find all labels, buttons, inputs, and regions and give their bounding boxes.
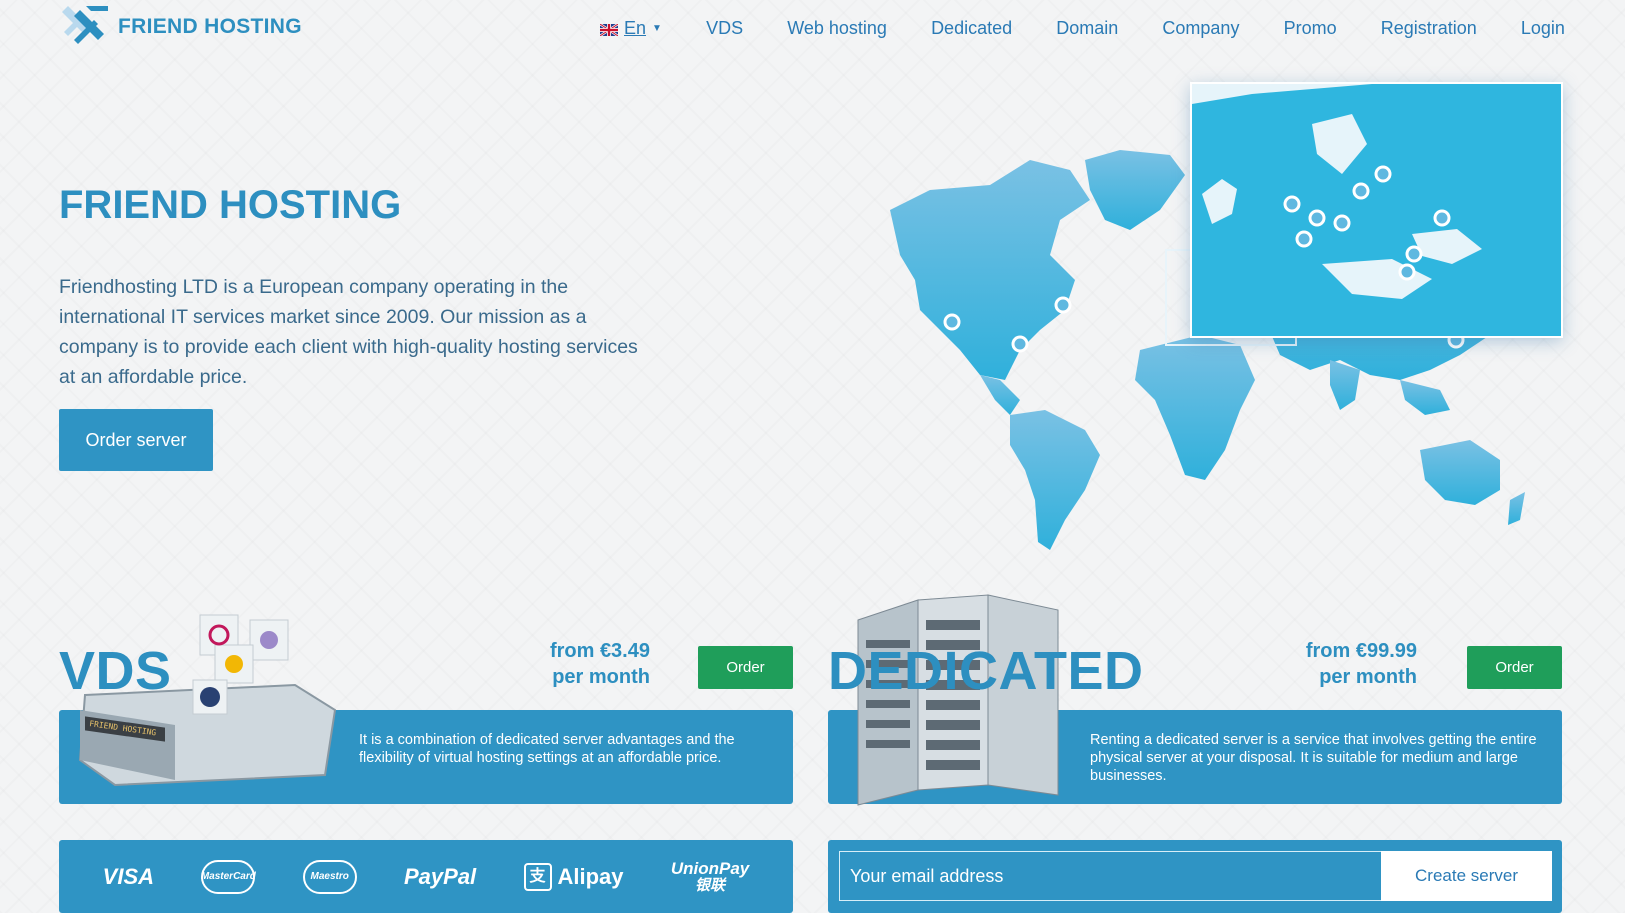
dedicated-title: DEDICATED — [828, 641, 1144, 701]
logo-text: FRIEND HOSTING — [118, 15, 302, 38]
paypal-logo-icon: PayPal — [404, 863, 477, 889]
visa-logo-icon: VISA — [102, 863, 155, 889]
order-server-button[interactable]: Order server — [59, 409, 213, 471]
uk-flag-icon — [599, 22, 619, 37]
vds-order-button[interactable]: Order — [698, 646, 793, 689]
vds-price-period: per month — [552, 666, 650, 688]
nav-web-hosting[interactable]: Web hosting — [787, 18, 887, 39]
create-server-form: Create server — [828, 840, 1562, 913]
europe-map-inset — [1190, 82, 1563, 338]
alipay-mark-icon: 支 — [523, 862, 552, 891]
payment-methods-bar: VISA MasterCard Maestro PayPal 支 Alipay … — [59, 840, 793, 913]
site-logo[interactable]: FRIEND HOSTING — [60, 2, 302, 48]
nav-registration[interactable]: Registration — [1381, 18, 1477, 39]
email-input[interactable] — [839, 851, 1381, 901]
dedicated-price-period: per month — [1319, 666, 1417, 688]
vds-price: from €3.49 per month — [490, 638, 650, 690]
unionpay-logo-icon: UnionPay 银联 — [670, 858, 750, 894]
dedicated-price: from €99.99 per month — [1247, 638, 1417, 690]
main-nav: En ▼ VDS Web hosting Dedicated Domain Co… — [599, 18, 1565, 39]
dedicated-server-illustration — [857, 594, 1059, 806]
vds-description: It is a combination of dedicated server … — [359, 732, 735, 766]
mastercard-logo-icon: MasterCard — [201, 859, 256, 894]
nav-domain[interactable]: Domain — [1056, 18, 1118, 39]
hero-description: Friendhosting LTD is a European company … — [59, 276, 638, 388]
create-server-button[interactable]: Create server — [1381, 851, 1552, 901]
alipay-logo-icon: 支 Alipay — [523, 862, 624, 891]
language-selector[interactable]: En ▼ — [599, 18, 662, 39]
hero-title: FRIEND HOSTING — [59, 183, 402, 227]
vds-server-illustration: FRIEND HOSTING — [78, 614, 337, 787]
dedicated-description: Renting a dedicated server is a service … — [1090, 732, 1537, 784]
language-label[interactable]: En — [624, 18, 646, 39]
nav-vds[interactable]: VDS — [706, 18, 743, 39]
dedicated-order-button[interactable]: Order — [1467, 646, 1562, 689]
vds-price-from: from €3.49 — [549, 640, 650, 662]
nav-dedicated[interactable]: Dedicated — [931, 18, 1012, 39]
maestro-logo-icon: Maestro — [302, 859, 357, 894]
dedicated-price-from: from €99.99 — [1305, 640, 1417, 662]
nav-login[interactable]: Login — [1521, 18, 1565, 39]
friend-hosting-logo-icon — [60, 2, 114, 48]
nav-company[interactable]: Company — [1162, 18, 1239, 39]
caret-down-icon: ▼ — [652, 23, 662, 34]
nav-promo[interactable]: Promo — [1284, 18, 1337, 39]
